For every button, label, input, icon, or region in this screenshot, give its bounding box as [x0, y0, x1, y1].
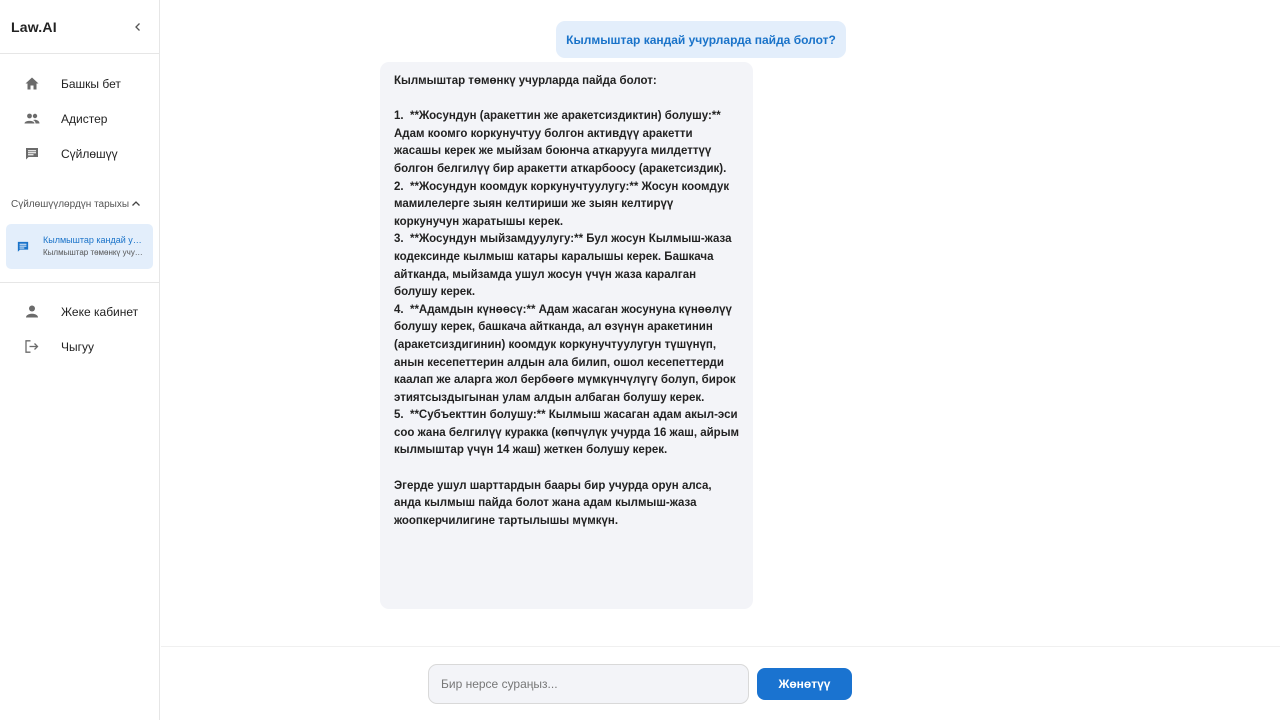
person-icon: [24, 304, 40, 320]
nav-item-chat[interactable]: Сүйлөшүү: [0, 136, 159, 171]
logout-icon: [24, 339, 40, 355]
sidebar-header: Law.AI: [0, 0, 159, 54]
message-input[interactable]: [428, 664, 749, 704]
nav-item-label: Адистер: [61, 111, 108, 126]
nav-item-home[interactable]: Башкы бет: [0, 66, 159, 101]
history-item-subtitle: Кылмыштар төмөнкү учурларда пайда болот:: [43, 248, 145, 257]
nav-item-label: Башкы бет: [61, 76, 121, 91]
nav-item-logout[interactable]: Чыгуу: [0, 329, 159, 364]
history-item-text: Кылмыштар кандай учурларда пайда болот? …: [43, 234, 145, 259]
chevron-up-icon: [132, 201, 140, 206]
brand-logo: Law.AI: [11, 18, 57, 35]
home-icon: [24, 76, 40, 92]
collapse-sidebar-button[interactable]: [129, 18, 147, 36]
history-section-title: Сүйлөшүүлөрдүн тарыхы: [11, 198, 130, 210]
chevron-left-icon: [135, 22, 140, 31]
chat-bubble-icon: [17, 241, 29, 253]
sidebar: Law.AI Башкы бет Адистер Сүйлөшүү Сүйлөш…: [0, 0, 160, 720]
chat-area: Кылмыштар кандай учурларда пайда болот? …: [161, 0, 1280, 720]
nav-item-experts[interactable]: Адистер: [0, 101, 159, 136]
nav-item-label: Сүйлөшүү: [61, 146, 118, 161]
assistant-message: Кылмыштар төмөнкү учурларда пайда болот:…: [380, 62, 753, 609]
history-item[interactable]: Кылмыштар кандай учурларда пайда болот? …: [6, 224, 153, 269]
send-button[interactable]: Жөнөтүү: [757, 668, 852, 700]
nav-item-profile[interactable]: Жеке кабинет: [0, 294, 159, 329]
account-nav: Жеке кабинет Чыгуу: [0, 283, 159, 364]
nav-item-label: Жеке кабинет: [61, 304, 139, 319]
chat-icon: [24, 146, 40, 162]
history-item-title: Кылмыштар кандай учурларда пайда болот?: [43, 235, 145, 245]
app-root: Law.AI Башкы бет Адистер Сүйлөшүү Сүйлөш…: [0, 0, 1280, 720]
composer-divider: [161, 646, 1280, 647]
history-section-toggle[interactable]: Сүйлөшүүлөрдүн тарыхы: [0, 189, 159, 219]
nav-item-label: Чыгуу: [61, 339, 94, 354]
main-nav: Башкы бет Адистер Сүйлөшүү: [0, 54, 159, 171]
people-icon: [24, 111, 40, 127]
user-message: Кылмыштар кандай учурларда пайда болот?: [556, 21, 846, 58]
